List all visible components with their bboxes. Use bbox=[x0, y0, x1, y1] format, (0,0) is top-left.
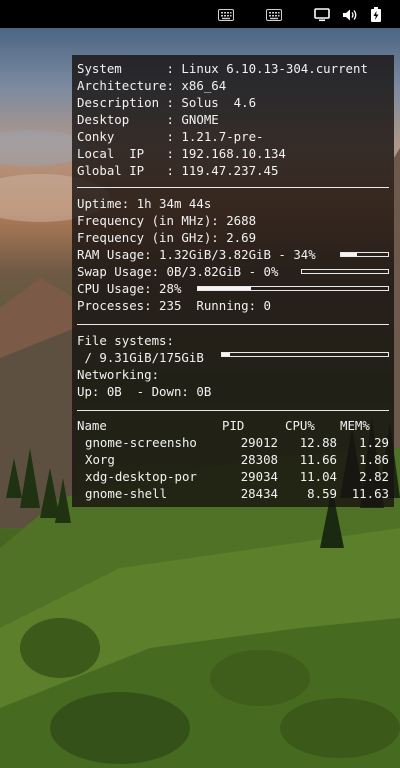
root-filesystem-bar bbox=[221, 352, 389, 357]
desktop: System : Linux 6.10.13-304.current Archit… bbox=[0, 0, 400, 768]
process-pid-cell: 29012 bbox=[240, 435, 278, 450]
divider bbox=[77, 324, 389, 325]
system-info-line: Architecture: x86_64 bbox=[77, 78, 227, 93]
network-traffic-label: Up: 0B - Down: 0B bbox=[77, 384, 212, 399]
system-info-line: System : Linux 6.10.13-304.current bbox=[77, 61, 368, 76]
process-name-cell: gnome-screensho bbox=[85, 435, 197, 450]
process-pid-header: PID bbox=[222, 418, 245, 433]
uptime-label: Uptime: 1h 34m 44s bbox=[77, 196, 212, 211]
system-info-line: Desktop : GNOME bbox=[77, 112, 219, 127]
process-name-cell: xdg-desktop-por bbox=[85, 469, 197, 484]
system-info-line: Global IP : 119.47.237.45 bbox=[77, 163, 279, 178]
process-pid-cell: 29034 bbox=[240, 469, 278, 484]
display-icon[interactable] bbox=[314, 7, 330, 26]
process-mem-cell: 1.29 bbox=[359, 435, 389, 450]
process-name-cell: Xorg bbox=[85, 452, 115, 467]
process-mem-header: MEM% bbox=[340, 418, 370, 433]
battery-icon[interactable] bbox=[370, 7, 382, 26]
process-cpu-cell: 12.88 bbox=[299, 435, 337, 450]
process-cpu-cell: 11.66 bbox=[299, 452, 337, 467]
cpu-usage-fill bbox=[198, 287, 252, 290]
top-panel bbox=[0, 0, 400, 28]
keyboard-icon[interactable] bbox=[266, 7, 282, 26]
process-mem-cell: 11.63 bbox=[351, 486, 389, 501]
divider bbox=[77, 410, 389, 411]
swap-usage-label: Swap Usage: 0B/3.82GiB - 0% bbox=[77, 264, 279, 279]
filesystems-heading: File systems: bbox=[77, 333, 174, 348]
process-name-header: Name bbox=[77, 418, 107, 433]
process-pid-cell: 28308 bbox=[240, 452, 278, 467]
process-cpu-cell: 11.04 bbox=[299, 469, 337, 484]
networking-heading: Networking: bbox=[77, 367, 160, 382]
frequency-ghz-label: Frequency (in GHz): 2.69 bbox=[77, 230, 257, 245]
system-info-line: Conky : 1.21.7-pre- bbox=[77, 129, 264, 144]
cpu-usage-label: CPU Usage: 28% bbox=[77, 281, 182, 296]
system-info-line: Description : Solus 4.6 bbox=[77, 95, 257, 110]
keyboard-icon[interactable] bbox=[218, 7, 234, 26]
system-info-line: Local IP : 192.168.10.134 bbox=[77, 146, 286, 161]
root-filesystem-fill bbox=[222, 353, 231, 356]
process-cpu-cell: 8.59 bbox=[307, 486, 337, 501]
root-filesystem-label: / 9.31GiB/175GiB bbox=[77, 350, 204, 365]
volume-icon[interactable] bbox=[342, 7, 358, 26]
process-name-cell: gnome-shell bbox=[85, 486, 168, 501]
ram-usage-bar bbox=[340, 252, 389, 257]
process-mem-cell: 1.86 bbox=[359, 452, 389, 467]
divider bbox=[77, 187, 389, 188]
process-cpu-header: CPU% bbox=[285, 418, 315, 433]
conky-system-monitor: System : Linux 6.10.13-304.current Archit… bbox=[72, 55, 394, 507]
ram-usage-fill bbox=[341, 253, 357, 256]
cpu-usage-bar bbox=[197, 286, 389, 291]
swap-usage-bar bbox=[301, 269, 389, 274]
process-mem-cell: 2.82 bbox=[359, 469, 389, 484]
processes-label: Processes: 235 Running: 0 bbox=[77, 298, 271, 313]
ram-usage-label: RAM Usage: 1.32GiB/3.82GiB - 34% bbox=[77, 247, 316, 262]
frequency-mhz-label: Frequency (in MHz): 2688 bbox=[77, 213, 257, 228]
process-pid-cell: 28434 bbox=[240, 486, 278, 501]
